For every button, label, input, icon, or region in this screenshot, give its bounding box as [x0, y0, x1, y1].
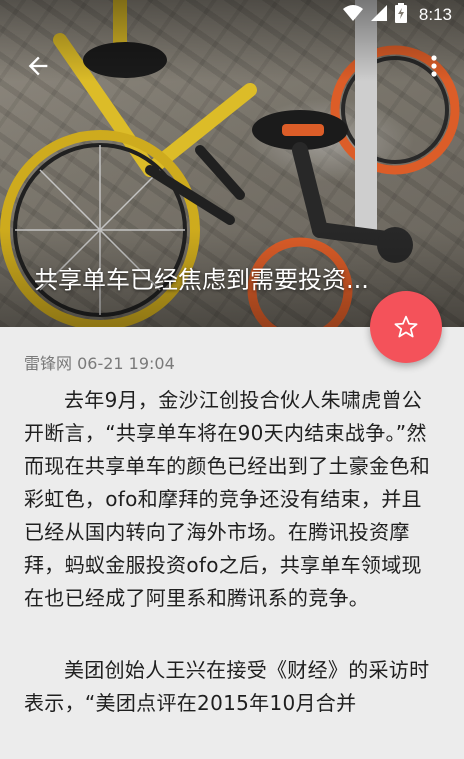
more-vert-icon	[431, 55, 437, 77]
arrow-back-icon	[28, 56, 48, 76]
article-source-time: 雷锋网 06-21 19:04	[24, 354, 175, 373]
article-paragraph: 美团创始人王兴在接受《财经》的采访时表示，“美团点评在2015年10月合并	[24, 658, 430, 715]
battery-icon	[394, 2, 407, 28]
favorite-button[interactable]	[370, 291, 442, 363]
wifi-icon	[342, 4, 363, 26]
star-outline-icon	[394, 315, 418, 338]
signal-icon	[370, 4, 387, 26]
status-bar: 8:13	[0, 0, 464, 30]
back-button[interactable]	[24, 52, 52, 80]
article-title: 共享单车已经焦虑到需要投资...	[34, 266, 369, 294]
more-options-button[interactable]	[422, 54, 446, 80]
article-body: 去年9月，金沙江创投合伙人朱啸虎曾公开断言，“共享单车将在90天内结束战争。”然…	[24, 384, 442, 759]
article-paragraph: 去年9月，金沙江创投合伙人朱啸虎曾公开断言，“共享单车将在90天内结束战争。”然…	[24, 388, 430, 610]
status-time: 8:13	[418, 5, 452, 24]
